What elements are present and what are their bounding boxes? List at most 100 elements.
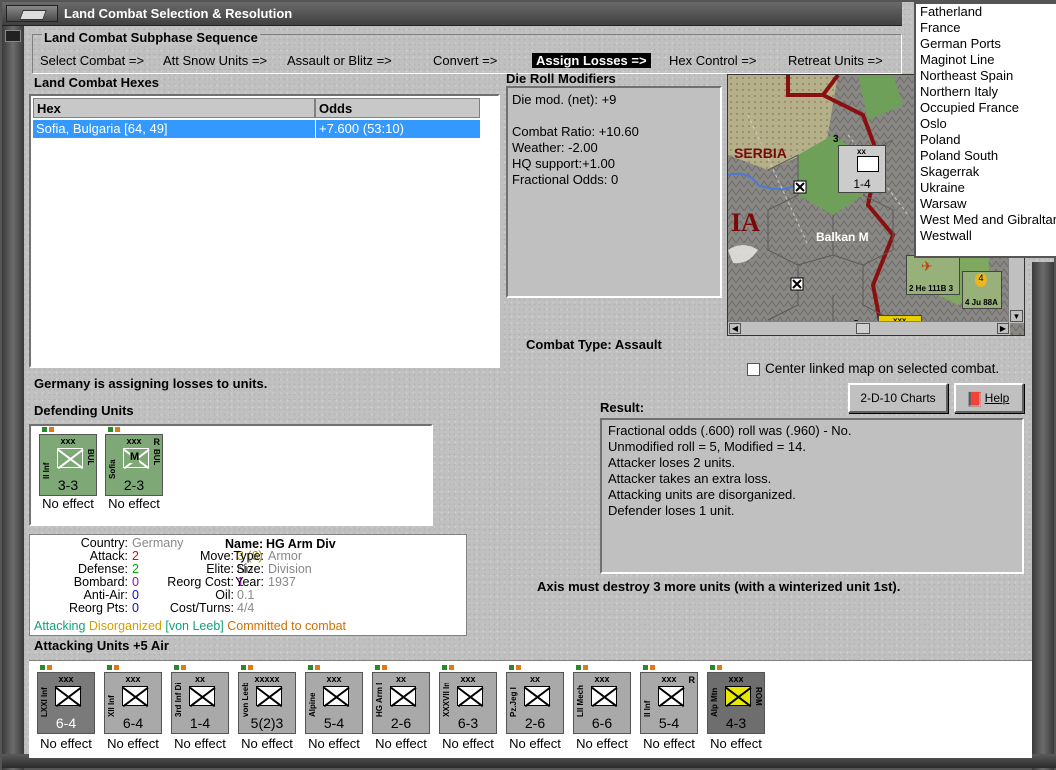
unit-symbol-icon	[256, 686, 282, 706]
status-dots-icon	[308, 665, 324, 671]
column-header-odds[interactable]: Odds	[315, 98, 480, 118]
attacking-unit[interactable]: xxx Alp Mtn ROM 4-3	[707, 665, 765, 734]
result-line: Unmodified roll = 5, Modified = 14.	[608, 439, 806, 454]
unit-name: LXXI Inf	[40, 687, 49, 717]
list-item[interactable]: Skagerrak	[916, 164, 1056, 180]
list-item[interactable]: Maginot Line	[916, 52, 1056, 68]
drm-line	[512, 108, 716, 124]
help-button[interactable]: 📕 Help	[954, 383, 1024, 413]
unit-result: No effect	[108, 496, 160, 511]
help-book-icon: 📕	[966, 391, 984, 407]
country-value: Germany	[132, 536, 184, 550]
table-row-odds[interactable]: +7.600 (53:10)	[315, 120, 480, 138]
unit-name: 3rd Inf Div	[174, 683, 183, 717]
unit-strength: 2-3	[123, 477, 145, 493]
attacking-unit[interactable]: xx 3rd Inf Div 1-4	[171, 665, 229, 734]
list-item[interactable]: West Med and Gibraltar	[916, 212, 1056, 228]
unit-strength: 6-6	[591, 715, 613, 731]
unit-result: No effect	[174, 736, 226, 751]
unit-result: No effect	[643, 736, 695, 751]
drm-line: Fractional Odds: 0	[512, 172, 619, 187]
phase-retreat-units[interactable]: Retreat Units =>	[788, 53, 883, 68]
unit-symbol-icon	[591, 686, 617, 706]
phase-assign-losses[interactable]: Assign Losses =>	[532, 53, 651, 68]
location-list[interactable]: Fatherland France German Ports Maginot L…	[914, 2, 1056, 258]
infantry-symbol-icon	[57, 448, 83, 468]
list-item[interactable]: Northern Italy	[916, 84, 1056, 100]
map-counter-air[interactable]: ✈ 2 He 111B 3	[906, 255, 960, 295]
attacking-unit[interactable]: xxx XXXVII Inf 6-3	[439, 665, 497, 734]
list-item[interactable]: Ukraine	[916, 180, 1056, 196]
scroll-right-icon[interactable]: ▶	[997, 323, 1009, 334]
unit-result: No effect	[40, 736, 92, 751]
list-item[interactable]: Northeast Spain	[916, 68, 1056, 84]
list-item[interactable]: Poland South	[916, 148, 1056, 164]
list-item[interactable]: German Ports	[916, 36, 1056, 52]
unit-result: No effect	[442, 736, 494, 751]
charts-button[interactable]: 2-D-10 Charts	[848, 383, 948, 413]
die-roll-box: Die mod. (net): +9 Combat Ratio: +10.60 …	[506, 86, 722, 298]
list-item[interactable]: Oslo	[916, 116, 1056, 132]
unit-result: No effect	[710, 736, 762, 751]
attacking-unit[interactable]: xx HG Arm Div 2-6	[372, 665, 430, 734]
map-counter-air-2[interactable]: 4 4 Ju 88A	[962, 271, 1002, 309]
list-item[interactable]: Fatherland	[916, 4, 1056, 20]
unit-nation: BUL	[86, 449, 95, 466]
unit-strength: 3-3	[57, 477, 79, 493]
attacking-unit[interactable]: xxxxx von Leeb 5(2)3	[238, 665, 296, 734]
defending-unit[interactable]: xxx R Sofia BUL M 2-3	[105, 427, 163, 496]
phase-convert[interactable]: Convert =>	[433, 53, 497, 68]
phase-att-snow-units[interactable]: Att Snow Units =>	[163, 53, 267, 68]
attacking-unit[interactable]: xx Pz.Jeg I 2-6	[506, 665, 564, 734]
scroll-left-icon[interactable]: ◀	[729, 323, 741, 334]
map-counter-inf[interactable]: xx 1-4 3	[833, 134, 886, 193]
phase-select-combat[interactable]: Select Combat =>	[40, 53, 144, 68]
phase-hex-control[interactable]: Hex Control =>	[669, 53, 756, 68]
attacking-title: Attacking Units +5 Air	[34, 638, 169, 653]
unit-strength: 4-3	[725, 715, 747, 731]
list-item[interactable]: Occupied France	[916, 100, 1056, 116]
result-line: Attacker takes an extra loss.	[608, 471, 772, 486]
map-counter-size: xx	[857, 147, 866, 156]
left-frame	[2, 26, 24, 770]
defending-title: Defending Units	[34, 403, 134, 418]
unit-status-line: Attacking Disorganized [von Leeb] Commit…	[34, 619, 346, 633]
cost-label: Cost/Turns:	[169, 601, 234, 615]
map-stack-count: 3	[833, 134, 839, 145]
frame-corner-icon	[5, 30, 21, 42]
attacking-unit[interactable]: xxx LXXI Inf 6-4	[37, 665, 95, 734]
year-label: Year:	[235, 575, 264, 589]
hexes-table: Hex Odds Sofia, Bulgaria [64, 49] +7.600…	[29, 94, 500, 368]
defending-unit[interactable]: xxx II Inf BUL 3-3	[39, 427, 97, 496]
attacking-unit[interactable]: xxx XII Inf 6-4	[104, 665, 162, 734]
scroll-thumb[interactable]	[856, 323, 870, 334]
infantry-symbol-icon	[857, 156, 879, 172]
list-item[interactable]: Warsaw	[916, 196, 1056, 212]
center-map-checkbox[interactable]	[747, 363, 760, 376]
unit-name: Pz.Jeg I	[509, 687, 518, 717]
system-menu-icon[interactable]	[6, 5, 58, 22]
scroll-down-icon[interactable]: ▼	[1010, 310, 1023, 322]
unit-result: No effect	[509, 736, 561, 751]
list-item[interactable]: Westwall	[916, 228, 1056, 244]
column-header-hex[interactable]: Hex	[33, 98, 315, 118]
map-h-scrollbar[interactable]: ◀ ▶	[728, 321, 1010, 335]
subphase-title: Land Combat Subphase Sequence	[42, 30, 260, 45]
result-box: Fractional odds (.600) roll was (.960) -…	[600, 418, 1024, 574]
unit-nation: BUL	[152, 449, 161, 466]
status-disorganized: Disorganized	[88, 619, 162, 633]
list-item[interactable]: France	[916, 20, 1056, 36]
attacking-unit[interactable]: xxx R II Inf 5-4	[640, 665, 698, 734]
help-button-label: Help	[984, 391, 1010, 405]
title-bar: Land Combat Selection & Resolution	[2, 2, 902, 26]
unit-symbol-icon	[323, 686, 349, 706]
table-row-hex[interactable]: Sofia, Bulgaria [64, 49]	[33, 120, 315, 138]
attacking-unit[interactable]: xxx LII Mech 6-6	[573, 665, 631, 734]
unit-result: No effect	[308, 736, 360, 751]
list-item[interactable]: Poland	[916, 132, 1056, 148]
attacking-units-box: xxx LXXI Inf 6-4 No effect xxx XII Inf 6-4 No e…	[29, 660, 1032, 758]
phase-assault-or-blitz[interactable]: Assault or Blitz =>	[287, 53, 392, 68]
militia-mark: M	[130, 451, 140, 463]
unit-strength: 5-4	[323, 715, 345, 731]
attacking-unit[interactable]: xxx Alpine 5-4	[305, 665, 363, 734]
